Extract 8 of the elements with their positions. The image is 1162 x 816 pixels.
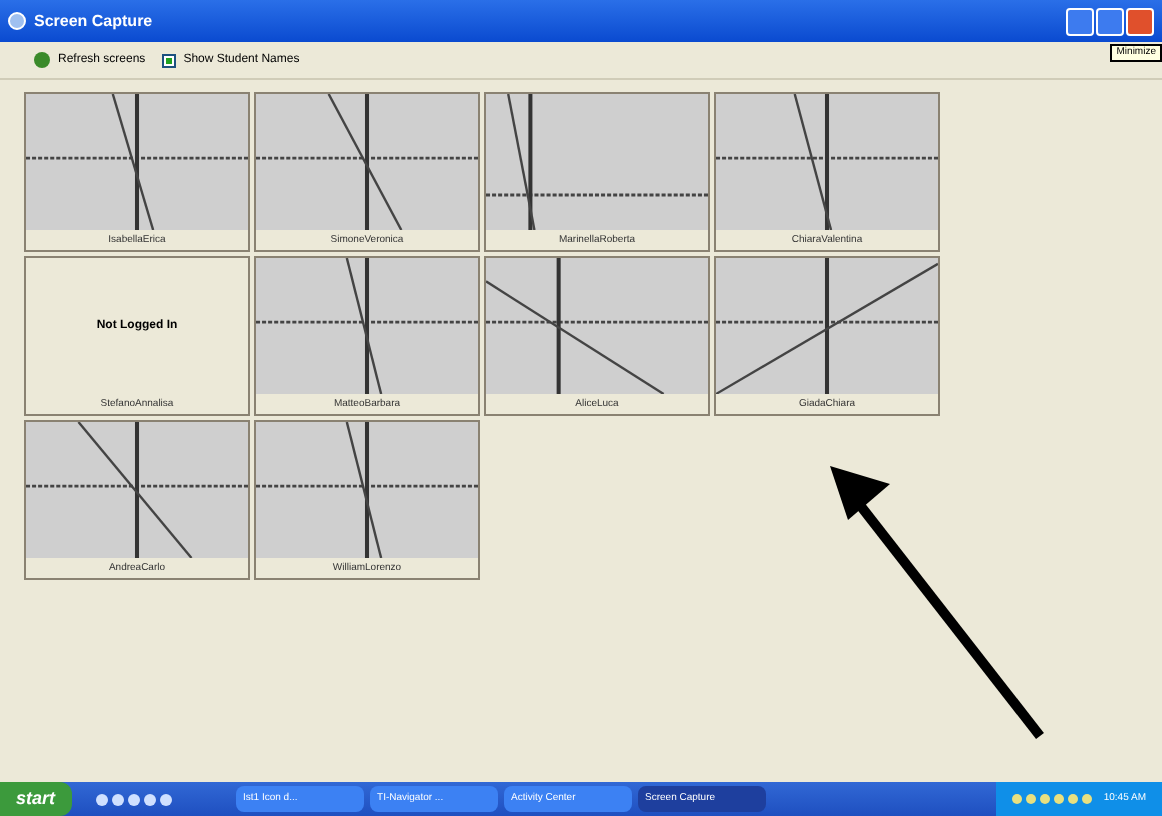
window-title: Screen Capture — [34, 9, 153, 33]
app-icon — [8, 12, 26, 30]
checkbox[interactable] — [161, 53, 176, 67]
maximize-button[interactable] — [1096, 7, 1124, 35]
refresh-icon — [34, 52, 50, 68]
minimize-button[interactable] — [1066, 7, 1094, 35]
start-button[interactable]: start — [0, 782, 72, 816]
close-button[interactable] — [1126, 7, 1154, 35]
